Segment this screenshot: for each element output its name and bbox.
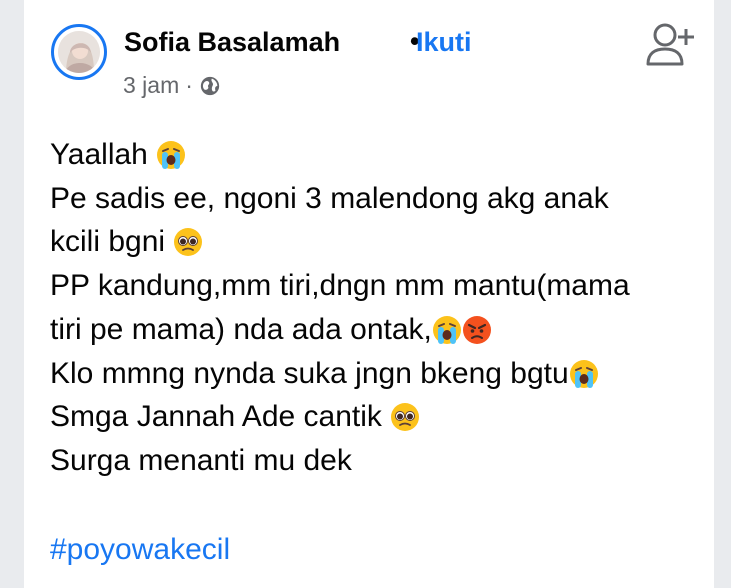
post-line-8: Surga menanti mu dek [50,443,352,477]
post-card: Sofia Basalamah • Ikuti 3 jam · Yaallah [24,0,714,588]
follow-button[interactable]: Ikuti [416,27,472,58]
post-body: Yaallah Pe sadis ee, ngoni 3 malendong a… [50,133,700,483]
pleading-face-icon [390,401,420,432]
post-line-3: kcili bgni [50,220,700,264]
avatar-image [58,31,100,73]
post-text-1: Yaallah [50,138,148,171]
post-line-4: PP kandung,mm tiri,dngn mm mantu(mama [50,269,630,303]
post-line-6: Klo mmng nynda suka jngn bkeng bgtu [50,352,700,396]
crying-face-icon [432,314,462,344]
post-text-6: Klo mmng nynda suka jngn bkeng bgtu [50,356,569,390]
crying-face-icon [569,358,599,388]
crying-face-icon [156,139,186,169]
post-time[interactable]: 3 jam [123,72,179,99]
post-line-1: Yaallah [50,133,700,177]
post-text-3: kcili bgni [50,225,166,259]
author-name[interactable]: Sofia Basalamah [124,27,340,58]
post-line-2: Pe sadis ee, ngoni 3 malendong akg anak [50,181,609,215]
hashtag-link[interactable]: #poyowakecil [50,533,230,567]
angry-face-icon [462,314,492,344]
globe-icon[interactable] [199,75,221,97]
add-friend-icon[interactable] [642,18,696,70]
post-line-5: tiri pe mama) nda ada ontak, [50,308,700,352]
post-meta: 3 jam · [123,72,221,99]
avatar[interactable] [51,24,107,80]
post-text-7: Smga Jannah Ade cantik [50,400,382,434]
pleading-face-icon [173,226,203,257]
meta-dot: · [185,72,193,98]
post-text-5: tiri pe mama) nda ada ontak, [50,312,432,346]
post-line-7: Smga Jannah Ade cantik [50,395,700,439]
